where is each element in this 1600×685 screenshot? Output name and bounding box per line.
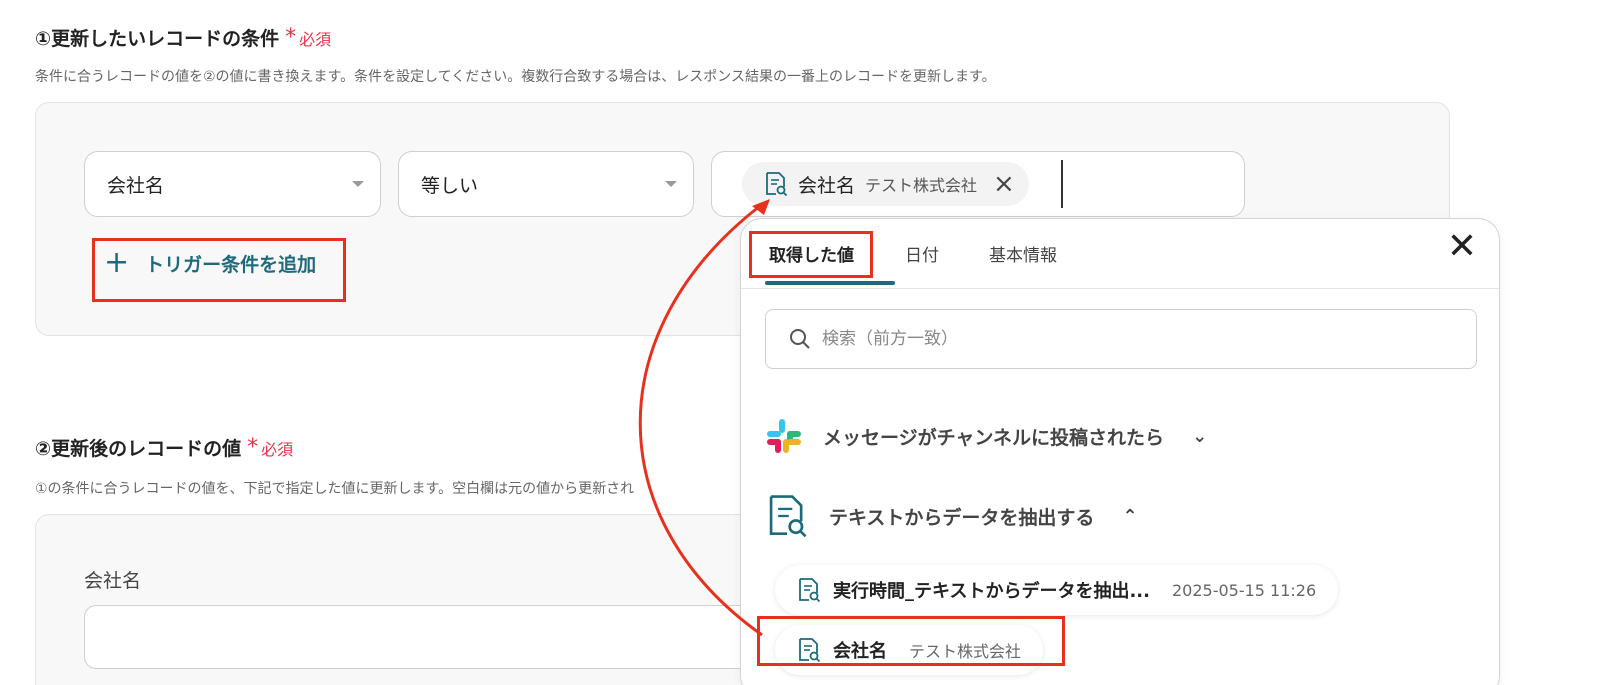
slack-icon (767, 419, 801, 453)
update-field-input[interactable] (84, 605, 784, 669)
chevron-down-icon: ⌄ (1192, 425, 1208, 447)
chip-value: テスト株式会社 (865, 176, 978, 195)
doc-search-icon (799, 578, 821, 603)
text-cursor (1061, 160, 1063, 208)
group-slack-trigger[interactable]: メッセージがチャンネルに投稿されたら ⌄ (765, 417, 1207, 455)
value-chip[interactable]: 会社名 テスト株式会社 × (742, 162, 1029, 206)
active-tab-indicator (765, 281, 895, 285)
close-icon[interactable]: ✕ (1447, 229, 1477, 265)
required-badge: * 必須 (285, 24, 332, 50)
required-text: 必須 (261, 439, 294, 459)
highlight-box-item (757, 616, 1065, 666)
operator-select[interactable]: 等しい (398, 151, 694, 217)
chevron-up-icon: ⌃ (1122, 505, 1138, 527)
section2-description: ①の条件に合うレコードの値を、下記で指定した値に更新します。空白欄は元の値から更… (35, 481, 635, 497)
section1-title-text: ①更新したいレコードの条件 (35, 28, 280, 50)
group-label: テキストからデータを抽出する (829, 506, 1095, 529)
item-value: 2025-05-15 11:26 (1171, 580, 1317, 600)
tab-basic-info[interactable]: 基本情報 (989, 241, 1057, 266)
doc-search-icon (769, 495, 807, 538)
section1-title: ①更新したいレコードの条件 * 必須 (35, 24, 331, 51)
value-input[interactable]: 会社名 テスト株式会社 × (711, 151, 1245, 217)
section2-title: ②更新後のレコードの値 * 必須 (35, 434, 293, 461)
operator-select-value: 等しい (421, 174, 479, 197)
group-extract-text[interactable]: テキストからデータを抽出する ⌃ (765, 493, 1138, 539)
field-select[interactable]: 会社名 (84, 151, 381, 217)
highlight-box-add-condition (92, 238, 346, 302)
dropdown-caret-icon (665, 181, 677, 187)
dropdown-caret-icon (352, 181, 364, 187)
item-name: 実行時間_テキストからデータを抽出... (833, 581, 1150, 602)
update-field-label: 会社名 (84, 570, 142, 592)
section2-title-text: ②更新後のレコードの値 (35, 438, 242, 460)
search-input[interactable] (822, 329, 1422, 349)
tab-date[interactable]: 日付 (905, 241, 939, 266)
required-badge: * 必須 (247, 434, 294, 460)
group-label: メッセージがチャンネルに投稿されたら (823, 426, 1165, 449)
list-item[interactable]: 実行時間_テキストからデータを抽出... 2025-05-15 11:26 (775, 565, 1339, 615)
doc-search-icon (766, 172, 788, 197)
highlight-box-tab (749, 231, 873, 278)
section1-description: 条件に合うレコードの値を②の値に書き換えます。条件を設定してください。複数行合致… (35, 69, 996, 85)
search-icon (790, 329, 810, 349)
search-field[interactable] (765, 309, 1477, 369)
chip-remove-icon[interactable]: × (993, 171, 1015, 197)
required-text: 必須 (299, 29, 332, 49)
chip-name: 会社名 (798, 174, 856, 197)
value-picker-dropdown: 取得した値 日付 基本情報 ✕ メッセージがチャンネルに投稿されたら ⌄ (740, 218, 1500, 685)
field-select-value: 会社名 (107, 174, 165, 197)
